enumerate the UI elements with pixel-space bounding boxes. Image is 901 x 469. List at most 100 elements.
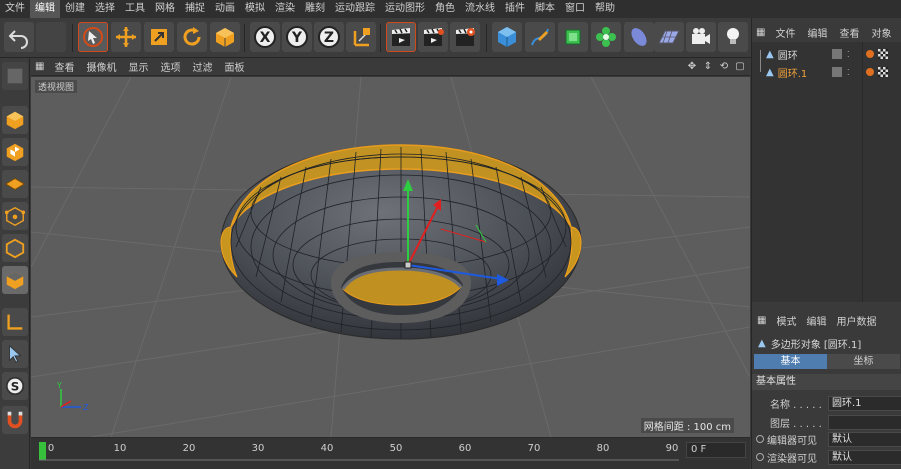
menu-item[interactable]: 创建 xyxy=(60,0,90,18)
menu-item[interactable]: 运动跟踪 xyxy=(330,0,380,18)
tweak-mode-button[interactable] xyxy=(2,340,28,368)
edges-mode-button[interactable] xyxy=(2,234,28,262)
om-menu-file[interactable]: 文件 xyxy=(769,25,801,40)
undo-button[interactable] xyxy=(4,22,34,52)
array-cloner-button[interactable] xyxy=(591,22,621,52)
zoom-icon[interactable]: ⇕ xyxy=(702,60,714,72)
render-visible-dropdown[interactable]: 默认 xyxy=(828,449,901,465)
svg-text:X: X xyxy=(260,30,271,46)
om-menu-view[interactable]: 查看 xyxy=(833,25,865,40)
tag-icon[interactable] xyxy=(866,50,874,58)
layer-field[interactable] xyxy=(828,414,901,430)
viewport-menu-options[interactable]: 选项 xyxy=(154,59,186,74)
model-mode-button[interactable] xyxy=(2,106,28,134)
object-row-torus-1[interactable]: ▲ 圆环.1 ⁚ xyxy=(752,64,901,80)
move-icon xyxy=(116,27,136,47)
menu-item[interactable]: 脚本 xyxy=(530,0,560,18)
am-menu-mode[interactable]: 模式 xyxy=(771,313,801,328)
menu-item[interactable]: 运动图形 xyxy=(380,0,430,18)
maximize-icon[interactable]: ▢ xyxy=(734,60,746,72)
editor-visible-dropdown[interactable]: 默认 xyxy=(828,431,901,447)
menu-item[interactable]: 网格 xyxy=(150,0,180,18)
viewport-menu-view[interactable]: 查看 xyxy=(48,59,80,74)
tab-basic[interactable]: 基本 xyxy=(754,354,827,369)
select-tool-button[interactable] xyxy=(78,22,108,52)
attribute-mode-tabs: 基本 坐标 xyxy=(754,354,900,369)
viewport-menu-icon[interactable]: ▦ xyxy=(31,61,48,72)
move-tool-button[interactable] xyxy=(111,22,141,52)
menu-item[interactable]: 选择 xyxy=(90,0,120,18)
deformer-button[interactable] xyxy=(624,22,654,52)
snap-button[interactable]: S xyxy=(2,372,28,400)
object-row-torus[interactable]: ▲ 圆环 ⁚ xyxy=(752,46,901,62)
y-axis-button[interactable]: Y xyxy=(282,22,312,52)
timeline[interactable]: 0 10 20 30 40 50 60 70 80 90 0 F xyxy=(31,437,750,469)
texture-tag-icon[interactable] xyxy=(878,67,888,77)
viewport-menu-display[interactable]: 显示 xyxy=(122,59,154,74)
rotate-view-icon[interactable]: ⟲ xyxy=(718,60,730,72)
menu-item[interactable]: 角色 xyxy=(430,0,460,18)
points-mode-button[interactable] xyxy=(2,202,28,230)
object-manager-menu-icon[interactable]: ▦ xyxy=(752,27,769,38)
am-menu-edit[interactable]: 编辑 xyxy=(801,313,831,328)
viewport-menu-panel[interactable]: 面板 xyxy=(218,59,250,74)
menu-item[interactable]: 雕刻 xyxy=(300,0,330,18)
viewport-menu-camera[interactable]: 摄像机 xyxy=(80,59,122,74)
menu-item[interactable]: 模拟 xyxy=(240,0,270,18)
make-editable-button[interactable] xyxy=(2,62,28,90)
pen-spline-button[interactable] xyxy=(525,22,555,52)
pan-icon[interactable]: ✥ xyxy=(686,60,698,72)
camera-button[interactable] xyxy=(686,22,716,52)
field-editor-visible-label: 编辑器可见 xyxy=(767,435,817,447)
rotate-tool-button[interactable] xyxy=(177,22,207,52)
menu-item[interactable]: 流水线 xyxy=(460,0,500,18)
layer-toggle-icon[interactable] xyxy=(832,67,842,77)
om-menu-edit[interactable]: 编辑 xyxy=(801,25,833,40)
texture-tag-icon[interactable] xyxy=(878,49,888,59)
x-axis-button[interactable]: X xyxy=(250,22,280,52)
menu-item[interactable]: 窗口 xyxy=(560,0,590,18)
subdivision-surface-button[interactable] xyxy=(558,22,588,52)
menu-item[interactable]: 工具 xyxy=(120,0,150,18)
axis-mode-button[interactable] xyxy=(2,308,28,336)
tag-icon[interactable] xyxy=(866,68,874,76)
attribute-manager-menu-icon[interactable]: ▦ xyxy=(752,315,771,326)
texture-mode-button[interactable] xyxy=(2,138,28,166)
tab-coordinates[interactable]: 坐标 xyxy=(827,354,900,369)
redo-button[interactable] xyxy=(36,22,66,52)
floor-button[interactable] xyxy=(654,22,684,52)
menu-item[interactable]: 动画 xyxy=(210,0,240,18)
scale-tool-button[interactable] xyxy=(144,22,174,52)
menu-item[interactable]: 渲染 xyxy=(270,0,300,18)
timeline-tick-label: 30 xyxy=(251,443,265,454)
layer-toggle-icon[interactable] xyxy=(832,49,842,59)
coordinate-system-button[interactable] xyxy=(346,22,376,52)
menu-item[interactable]: 插件 xyxy=(500,0,530,18)
torus-object[interactable] xyxy=(220,144,582,340)
visibility-dots-icon[interactable]: ⁚ xyxy=(847,68,850,77)
menu-item[interactable]: 编辑 xyxy=(30,0,60,18)
om-menu-object[interactable]: 对象 xyxy=(865,25,897,40)
polygons-mode-button[interactable] xyxy=(2,266,28,294)
render-to-picture-viewer-button[interactable] xyxy=(418,22,448,52)
menu-item[interactable]: 文件 xyxy=(0,0,30,18)
magnet-button[interactable] xyxy=(2,406,28,434)
light-button[interactable] xyxy=(718,22,748,52)
render-settings-button[interactable] xyxy=(450,22,480,52)
cube-object-button[interactable] xyxy=(492,22,522,52)
current-frame-field[interactable]: 0 F xyxy=(686,442,746,458)
menu-item[interactable]: 帮助 xyxy=(590,0,620,18)
workplane-mode-button[interactable] xyxy=(2,170,28,198)
animation-radio-icon[interactable] xyxy=(756,435,764,443)
visibility-dots-icon[interactable]: ⁚ xyxy=(847,50,850,59)
name-field[interactable]: 圆环.1 xyxy=(828,395,901,411)
viewport-menu-filter[interactable]: 过滤 xyxy=(186,59,218,74)
menu-item[interactable]: 捕捉 xyxy=(180,0,210,18)
perspective-viewport[interactable]: Y Z 透视视图 网格间距 : 100 cm xyxy=(31,77,750,437)
recent-tool-button[interactable] xyxy=(210,22,240,52)
render-view-button[interactable] xyxy=(386,22,416,52)
timeline-tick-label: 80 xyxy=(596,443,610,454)
am-menu-user-data[interactable]: 用户数据 xyxy=(831,313,881,328)
z-axis-button[interactable]: Z xyxy=(314,22,344,52)
animation-radio-icon[interactable] xyxy=(756,453,764,461)
